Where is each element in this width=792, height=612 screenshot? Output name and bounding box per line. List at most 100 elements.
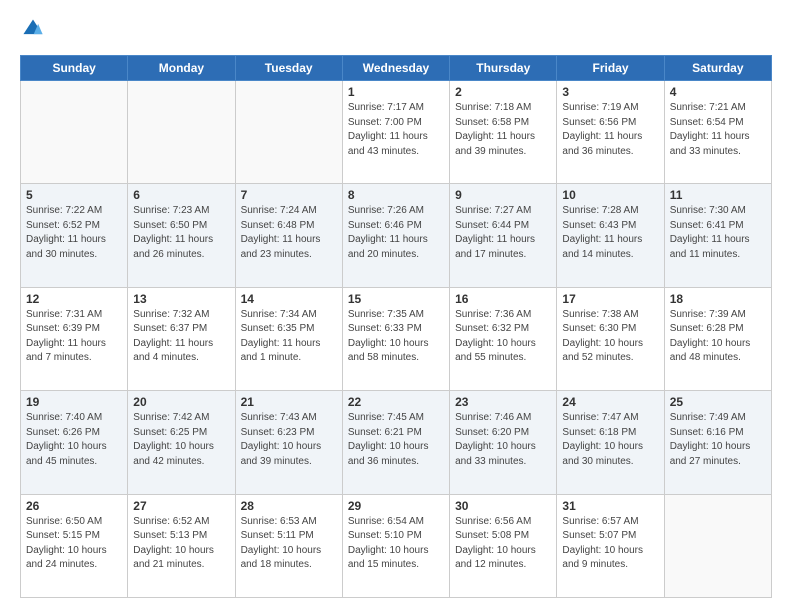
calendar-cell: 3 Sunrise: 7:19 AMSunset: 6:56 PMDaylight… — [557, 81, 664, 184]
weekday-header-sunday: Sunday — [21, 56, 128, 81]
weekday-header-friday: Friday — [557, 56, 664, 81]
day-number: 29 — [348, 499, 444, 513]
weekday-header-monday: Monday — [128, 56, 235, 81]
calendar-cell: 29 Sunrise: 6:54 AMSunset: 5:10 PMDayligh… — [342, 494, 449, 597]
day-info: Sunrise: 6:52 AMSunset: 5:13 PMDaylight:… — [133, 515, 229, 573]
day-number: 12 — [26, 292, 122, 306]
calendar-cell: 28 Sunrise: 6:53 AMSunset: 5:11 PMDayligh… — [235, 494, 342, 597]
day-number: 27 — [133, 499, 229, 513]
day-info: Sunrise: 7:22 AMSunset: 6:52 PMDaylight:… — [26, 204, 122, 262]
calendar-cell: 23Sunrise: 7:46 AMSunset: 6:20 PMDayligh… — [450, 391, 557, 494]
weekday-header-wednesday: Wednesday — [342, 56, 449, 81]
calendar-cell: 30Sunrise: 6:56 AMSunset: 5:08 PMDayligh… — [450, 494, 557, 597]
day-info: Sunrise: 6:53 AMSunset: 5:11 PMDaylight:… — [241, 515, 337, 573]
day-number: 31 — [562, 499, 658, 513]
weekday-header-saturday: Saturday — [664, 56, 771, 81]
weekday-header-tuesday: Tuesday — [235, 56, 342, 81]
day-info: Sunrise: 7:23 AMSunset: 6:50 PMDaylight:… — [133, 204, 229, 262]
calendar-cell: 10Sunrise: 7:28 AMSunset: 6:43 PMDayligh… — [557, 184, 664, 287]
day-number: 23 — [455, 395, 551, 409]
calendar-table: SundayMondayTuesdayWednesdayThursdayFrid… — [20, 55, 772, 598]
day-number: 11 — [670, 188, 766, 202]
calendar-cell — [664, 494, 771, 597]
day-number: 17 — [562, 292, 658, 306]
page: SundayMondayTuesdayWednesdayThursdayFrid… — [0, 0, 792, 612]
day-info: Sunrise: 7:30 AMSunset: 6:41 PMDaylight:… — [670, 204, 766, 262]
day-number: 5 — [26, 188, 122, 202]
calendar-cell: 9Sunrise: 7:27 AMSunset: 6:44 PMDaylight… — [450, 184, 557, 287]
calendar-cell: 14 Sunrise: 7:34 AMSunset: 6:35 PMDayligh… — [235, 287, 342, 390]
day-number: 3 — [562, 85, 658, 99]
day-info: Sunrise: 7:34 AMSunset: 6:35 PMDaylight:… — [241, 308, 337, 366]
day-number: 19 — [26, 395, 122, 409]
day-info: Sunrise: 7:26 AMSunset: 6:46 PMDaylight:… — [348, 204, 444, 262]
calendar-cell: 18 Sunrise: 7:39 AMSunset: 6:28 PMDayligh… — [664, 287, 771, 390]
day-number: 7 — [241, 188, 337, 202]
day-number: 30 — [455, 499, 551, 513]
day-info: Sunrise: 7:35 AMSunset: 6:33 PMDaylight:… — [348, 308, 444, 366]
day-number: 26 — [26, 499, 122, 513]
day-number: 18 — [670, 292, 766, 306]
day-info: Sunrise: 7:21 AMSunset: 6:54 PMDaylight:… — [670, 101, 766, 159]
header — [20, 18, 772, 45]
day-number: 9 — [455, 188, 551, 202]
day-number: 25 — [670, 395, 766, 409]
day-info: Sunrise: 7:49 AMSunset: 6:16 PMDaylight:… — [670, 411, 766, 469]
calendar-cell: 12 Sunrise: 7:31 AMSunset: 6:39 PMDayligh… — [21, 287, 128, 390]
day-info: Sunrise: 6:57 AMSunset: 5:07 PMDaylight:… — [562, 515, 658, 573]
calendar-cell: 13Sunrise: 7:32 AMSunset: 6:37 PMDayligh… — [128, 287, 235, 390]
day-info: Sunrise: 7:40 AMSunset: 6:26 PMDaylight:… — [26, 411, 122, 469]
day-info: Sunrise: 6:50 AMSunset: 5:15 PMDaylight:… — [26, 515, 122, 573]
calendar-cell: 27 Sunrise: 6:52 AMSunset: 5:13 PMDayligh… — [128, 494, 235, 597]
calendar-cell: 11 Sunrise: 7:30 AMSunset: 6:41 PMDayligh… — [664, 184, 771, 287]
day-info: Sunrise: 7:36 AMSunset: 6:32 PMDaylight:… — [455, 308, 551, 366]
day-info: Sunrise: 7:39 AMSunset: 6:28 PMDaylight:… — [670, 308, 766, 366]
logo-icon — [22, 18, 44, 40]
day-number: 6 — [133, 188, 229, 202]
day-info: Sunrise: 7:17 AMSunset: 7:00 PMDaylight:… — [348, 101, 444, 159]
calendar-cell: 16 Sunrise: 7:36 AMSunset: 6:32 PMDayligh… — [450, 287, 557, 390]
day-number: 13 — [133, 292, 229, 306]
day-info: Sunrise: 7:38 AMSunset: 6:30 PMDaylight:… — [562, 308, 658, 366]
day-number: 1 — [348, 85, 444, 99]
day-number: 4 — [670, 85, 766, 99]
calendar-cell: 21 Sunrise: 7:43 AMSunset: 6:23 PMDayligh… — [235, 391, 342, 494]
calendar-week-4: 19 Sunrise: 7:40 AMSunset: 6:26 PMDayligh… — [21, 391, 772, 494]
day-info: Sunrise: 7:45 AMSunset: 6:21 PMDaylight:… — [348, 411, 444, 469]
calendar-cell: 20 Sunrise: 7:42 AMSunset: 6:25 PMDayligh… — [128, 391, 235, 494]
calendar-week-5: 26 Sunrise: 6:50 AMSunset: 5:15 PMDayligh… — [21, 494, 772, 597]
calendar-cell — [128, 81, 235, 184]
calendar-cell — [21, 81, 128, 184]
calendar-cell: 4 Sunrise: 7:21 AMSunset: 6:54 PMDaylight… — [664, 81, 771, 184]
calendar-cell: 1 Sunrise: 7:17 AMSunset: 7:00 PMDaylight… — [342, 81, 449, 184]
calendar-cell: 25 Sunrise: 7:49 AMSunset: 6:16 PMDayligh… — [664, 391, 771, 494]
calendar-cell — [235, 81, 342, 184]
day-number: 21 — [241, 395, 337, 409]
day-number: 15 — [348, 292, 444, 306]
day-info: Sunrise: 7:42 AMSunset: 6:25 PMDaylight:… — [133, 411, 229, 469]
day-number: 20 — [133, 395, 229, 409]
day-number: 16 — [455, 292, 551, 306]
day-info: Sunrise: 7:31 AMSunset: 6:39 PMDaylight:… — [26, 308, 122, 366]
calendar-cell: 22 Sunrise: 7:45 AMSunset: 6:21 PMDayligh… — [342, 391, 449, 494]
calendar-cell: 17 Sunrise: 7:38 AMSunset: 6:30 PMDayligh… — [557, 287, 664, 390]
calendar-cell: 7 Sunrise: 7:24 AMSunset: 6:48 PMDaylight… — [235, 184, 342, 287]
calendar-cell: 31 Sunrise: 6:57 AMSunset: 5:07 PMDayligh… — [557, 494, 664, 597]
calendar-cell: 15 Sunrise: 7:35 AMSunset: 6:33 PMDayligh… — [342, 287, 449, 390]
day-info: Sunrise: 7:43 AMSunset: 6:23 PMDaylight:… — [241, 411, 337, 469]
day-number: 24 — [562, 395, 658, 409]
day-number: 28 — [241, 499, 337, 513]
day-number: 22 — [348, 395, 444, 409]
calendar-cell: 24Sunrise: 7:47 AMSunset: 6:18 PMDayligh… — [557, 391, 664, 494]
day-info: Sunrise: 7:19 AMSunset: 6:56 PMDaylight:… — [562, 101, 658, 159]
day-number: 14 — [241, 292, 337, 306]
calendar-week-3: 12 Sunrise: 7:31 AMSunset: 6:39 PMDayligh… — [21, 287, 772, 390]
calendar-week-2: 5 Sunrise: 7:22 AMSunset: 6:52 PMDaylight… — [21, 184, 772, 287]
calendar-cell: 5 Sunrise: 7:22 AMSunset: 6:52 PMDaylight… — [21, 184, 128, 287]
day-info: Sunrise: 6:54 AMSunset: 5:10 PMDaylight:… — [348, 515, 444, 573]
weekday-header-thursday: Thursday — [450, 56, 557, 81]
weekday-header-row: SundayMondayTuesdayWednesdayThursdayFrid… — [21, 56, 772, 81]
day-info: Sunrise: 7:24 AMSunset: 6:48 PMDaylight:… — [241, 204, 337, 262]
day-number: 2 — [455, 85, 551, 99]
day-info: Sunrise: 7:28 AMSunset: 6:43 PMDaylight:… — [562, 204, 658, 262]
